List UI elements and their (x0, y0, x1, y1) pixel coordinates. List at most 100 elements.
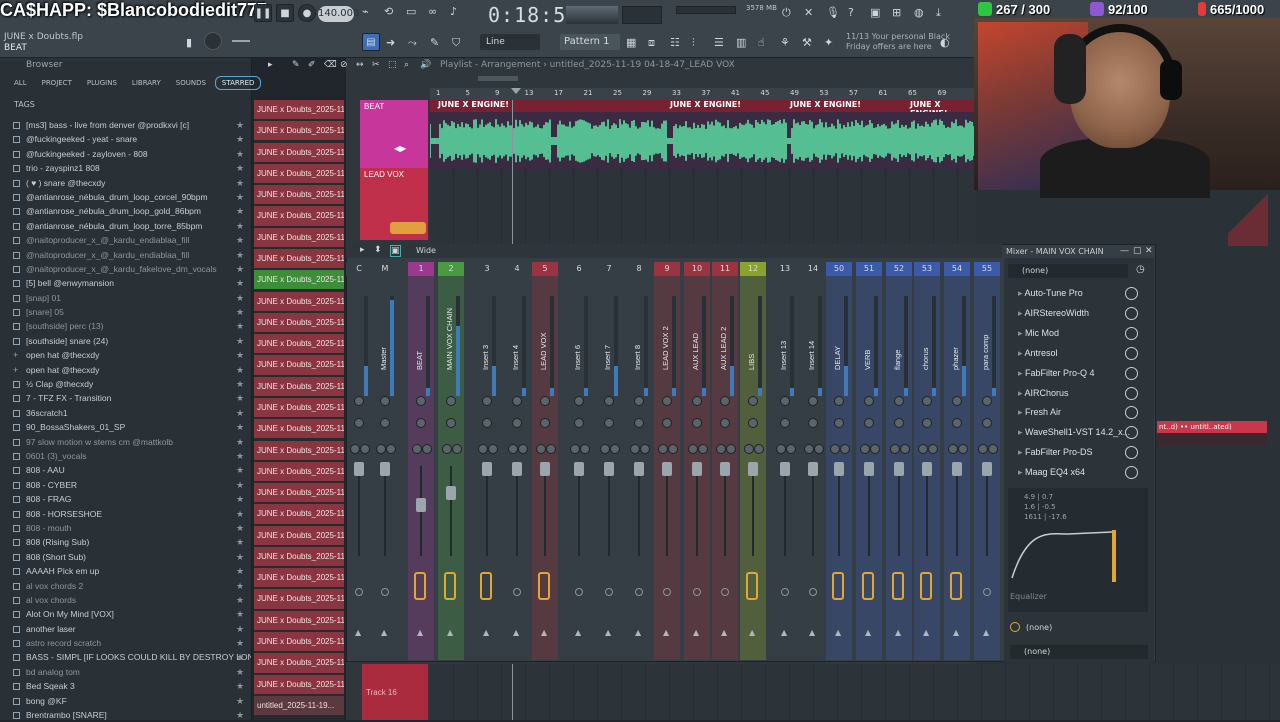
slot-menu-icon[interactable]: ▸ (1018, 467, 1025, 477)
pattern-clip-item[interactable]: JUNE x Doubts_2025-11-... (254, 525, 344, 547)
browser-item[interactable]: BASS - SIMPL [IF LOOKS COULD KILL BY DES… (0, 650, 251, 664)
browser-tab-library[interactable]: LIBRARY (126, 77, 167, 89)
fx-enabled-icon[interactable] (746, 572, 758, 600)
mixer-channel-strip[interactable]: AUX LEAD ▲ (684, 276, 710, 660)
pan-knob[interactable] (692, 396, 702, 406)
stamp-icon[interactable]: ⛉ (452, 36, 460, 50)
tags-label[interactable]: TAGS (0, 98, 251, 112)
mixer-channel-number[interactable]: 7 (596, 262, 622, 276)
browser-tab-starred[interactable]: STARRED (214, 76, 262, 90)
insert-slot[interactable]: ▸ WaveShell1-VST 14.2_x... (1008, 423, 1138, 441)
tools-icon[interactable]: ✕ (804, 6, 813, 19)
pan-knob[interactable] (350, 444, 360, 454)
volume-fader-track[interactable] (608, 466, 610, 556)
automation-clip[interactable] (1228, 190, 1268, 246)
browser-item[interactable]: al vox chords ★ (0, 593, 251, 607)
pan-knob[interactable] (864, 418, 874, 428)
mixer-channel-strip[interactable]: LEAD VOX 2 ▲ (654, 276, 680, 660)
mixer-channel-strip[interactable]: chorus ▲ (914, 276, 940, 660)
route-icon[interactable] (635, 588, 643, 596)
pan-knob[interactable] (580, 444, 590, 454)
volume-fader-handle[interactable] (982, 462, 992, 476)
pattern-clip-item[interactable]: JUNE x Doubts_2025-11-... (254, 163, 344, 186)
slot-menu-icon[interactable]: ▸ (1018, 407, 1025, 417)
track-header-16[interactable]: Track 16 (362, 664, 428, 720)
pan-knob[interactable] (546, 444, 556, 454)
mixer-channel-number[interactable]: M (372, 262, 398, 276)
send-arrow-icon[interactable]: ▲ (483, 628, 489, 637)
master-volume-slider[interactable] (622, 6, 662, 24)
news-next-icon[interactable]: ◐ (940, 36, 950, 49)
star-icon[interactable]: ★ (236, 363, 244, 377)
mixer-channel-number[interactable]: 4 (504, 262, 530, 276)
browser-item[interactable]: @antianrose_nébula_drum_loop_corcel_90bp… (0, 190, 251, 204)
browser-item[interactable]: [snap] 01 ★ (0, 291, 251, 305)
star-icon[interactable]: ★ (236, 679, 244, 693)
zoom-icon[interactable]: ⌕ (404, 60, 409, 70)
pan-knob[interactable] (744, 444, 754, 454)
mixer-channel-number[interactable]: 3 (474, 262, 500, 276)
volume-fader-handle[interactable] (808, 462, 818, 476)
volume-fader-handle[interactable] (834, 462, 844, 476)
loop-record-icon[interactable]: ∞ (428, 5, 437, 18)
mix-level-knob[interactable] (1125, 346, 1138, 360)
star-icon[interactable]: ★ (236, 291, 244, 305)
star-icon[interactable]: ★ (236, 348, 244, 362)
mixer-channel-strip[interactable]: LEAD VOX ▲ (532, 276, 558, 660)
send-select-1[interactable]: (none) (1010, 622, 1052, 632)
download-icon[interactable]: ⤓ (936, 6, 941, 20)
pan-knob[interactable] (482, 418, 492, 428)
pattern-clip-item[interactable]: untitled_2025-11-19... (254, 695, 344, 718)
pattern-clip-item[interactable]: JUNE x Doubts_2025-11-... (254, 419, 344, 441)
main-pitch-knob[interactable] (204, 32, 222, 50)
browser-item[interactable]: 808 - HORSESHOE ★ (0, 507, 251, 521)
mixer-channel-number[interactable]: 10 (684, 262, 710, 276)
insert-slot[interactable]: ▸ Auto-Tune Pro (1008, 284, 1138, 302)
star-icon[interactable]: ★ (236, 406, 244, 420)
volume-fader-handle[interactable] (662, 462, 672, 476)
pan-knob[interactable] (574, 418, 584, 428)
volume-fader-track[interactable] (450, 466, 452, 556)
pan-knob[interactable] (834, 418, 844, 428)
pattern-clip-item[interactable]: JUNE x Doubts_2025-11-... (254, 632, 344, 654)
star-icon[interactable]: ★ (236, 233, 244, 247)
pan-knob[interactable] (922, 396, 932, 406)
mixer-channel-strip[interactable]: flange ▲ (886, 276, 912, 660)
pan-knob[interactable] (570, 444, 580, 454)
channel-rack-icon[interactable]: ⧈ (648, 36, 655, 50)
route-icon[interactable] (809, 588, 817, 596)
star-icon[interactable]: ★ (236, 190, 244, 204)
fx-icon[interactable]: ✦ (824, 36, 833, 49)
pan-knob[interactable] (360, 444, 370, 454)
volume-fader-handle[interactable] (692, 462, 702, 476)
star-icon[interactable]: ★ (236, 636, 244, 650)
news-panel[interactable]: 11/13 Your personal Black Friday offers … (846, 32, 950, 52)
slot-menu-icon[interactable]: ▸ (1018, 427, 1025, 437)
star-icon[interactable]: ★ (236, 176, 244, 190)
mixer-channel-number[interactable]: 11 (712, 262, 738, 276)
star-icon[interactable]: ★ (236, 607, 244, 621)
blend-notes-icon[interactable]: ♪ (450, 5, 457, 18)
pan-knob[interactable] (640, 444, 650, 454)
volume-fader-track[interactable] (868, 466, 870, 556)
browser-item[interactable]: 808 - mouth ★ (0, 521, 251, 535)
mixer-channel-strip[interactable]: Master ▲ (372, 276, 398, 660)
mixer-view-icon[interactable]: ⬍ (374, 245, 382, 255)
star-icon[interactable]: ★ (236, 521, 244, 535)
volume-fader-track[interactable] (384, 466, 386, 556)
snap-icon[interactable]: ⤳ (408, 36, 417, 50)
route-icon[interactable] (781, 588, 789, 596)
send-arrow-icon[interactable]: ▲ (447, 628, 453, 637)
mixer-channel-strip[interactable]: Insert 6 ▲ (566, 276, 592, 660)
draw-icon[interactable]: ✎ (292, 60, 300, 70)
fx-enabled-icon[interactable] (832, 572, 844, 600)
mixer-mode[interactable]: Wide (416, 246, 436, 255)
send-arrow-icon[interactable]: ▲ (749, 628, 755, 637)
pan-knob[interactable] (380, 418, 390, 428)
pan-knob[interactable] (442, 444, 452, 454)
browser-item[interactable]: + open hat @thecxdy ★ (0, 348, 251, 362)
pan-knob[interactable] (416, 418, 426, 428)
mixer-view-icon[interactable]: ☷ (670, 36, 680, 49)
pattern-clip-item[interactable]: JUNE x Doubts_2025-11-... (254, 355, 344, 377)
pause-icon[interactable]: ❚❚ (254, 4, 272, 22)
